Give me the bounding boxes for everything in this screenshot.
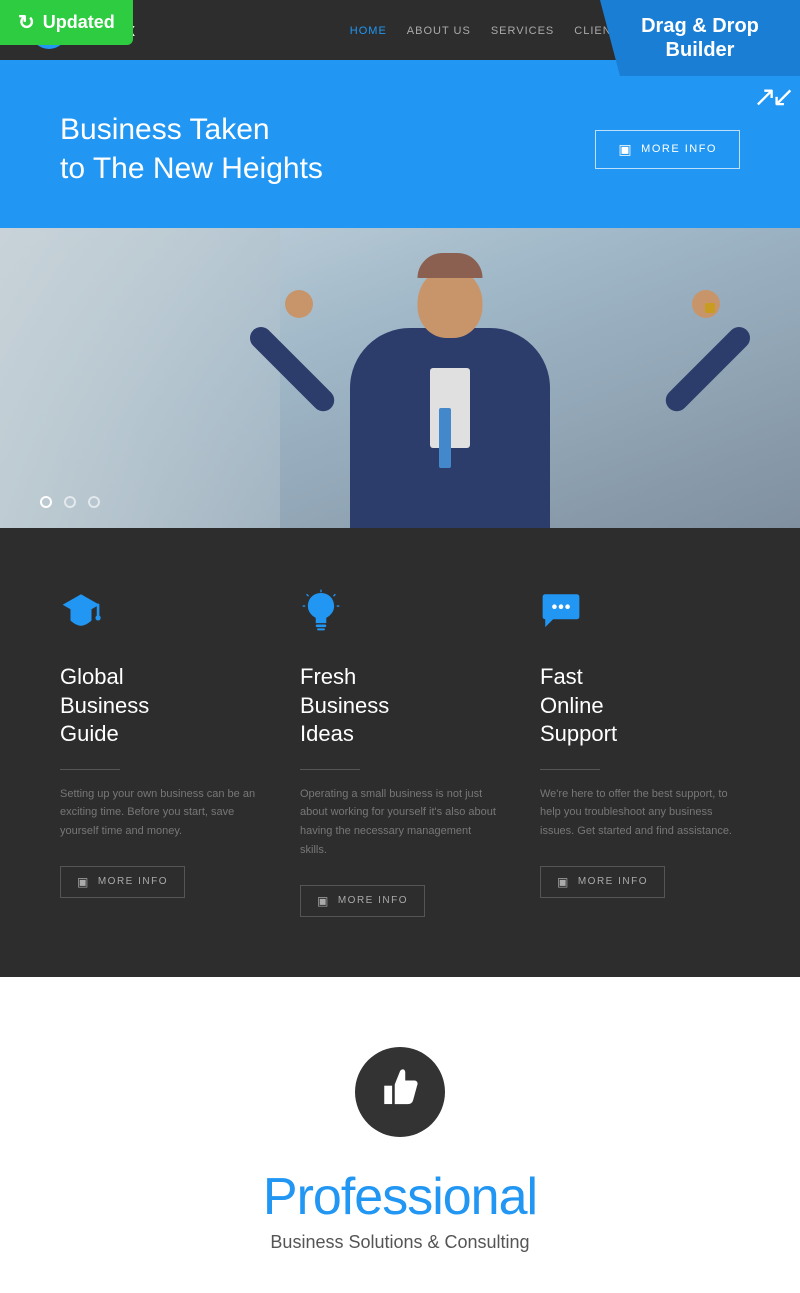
feature-2-btn-label: MORE INFO — [338, 895, 408, 906]
refresh-icon: ↻ — [18, 10, 35, 35]
features-section: GlobalBusinessGuide Setting up your own … — [0, 528, 800, 977]
dnd-line1: Drag & Drop — [641, 15, 759, 37]
dnd-line2: Builder — [666, 39, 735, 61]
feature-2-divider — [300, 769, 360, 770]
lightbulb-icon — [300, 588, 500, 643]
updated-badge: ↻ Updated — [0, 0, 133, 45]
white-section: Professional Business Solutions & Consul… — [0, 977, 800, 1293]
feature-2-desc: Operating a small business is not just a… — [300, 785, 500, 860]
white-section-title: Professional — [263, 1167, 537, 1227]
feature-3-btn-icon: ▣ — [557, 875, 570, 889]
dnd-badge: Drag & Drop Builder — [600, 0, 800, 76]
hero-image — [0, 228, 800, 528]
carousel-dots — [40, 496, 100, 508]
updated-label: Updated — [43, 12, 115, 33]
resize-arrows-icon: ↗↙ — [753, 80, 790, 113]
nav-item-about[interactable]: ABOUT US — [407, 25, 471, 37]
feature-3-desc: We're here to offer the best support, to… — [540, 785, 740, 841]
feature-item-1: GlobalBusinessGuide Setting up your own … — [60, 588, 260, 917]
hero-btn-icon: ▣ — [618, 141, 633, 158]
graduation-cap-icon — [60, 588, 260, 643]
hero-section: Business Taken to The New Heights ▣ MORE… — [0, 60, 800, 228]
feature-3-divider — [540, 769, 600, 770]
thumbs-up-circle — [355, 1047, 445, 1137]
hero-title: Business Taken to The New Heights — [60, 110, 323, 188]
nav-item-home[interactable]: HOME — [350, 25, 387, 37]
feature-3-more-info-button[interactable]: ▣ MORE INFO — [540, 866, 665, 898]
carousel-dot-3[interactable] — [88, 496, 100, 508]
feature-item-2: FreshBusinessIdeas Operating a small bus… — [300, 588, 500, 917]
white-section-subtitle: Business Solutions & Consulting — [270, 1232, 529, 1253]
feature-item-3: FastOnlineSupport We're here to offer th… — [540, 588, 740, 917]
chat-bubble-icon — [540, 588, 740, 643]
feature-1-title: GlobalBusinessGuide — [60, 663, 260, 749]
feature-1-divider — [60, 769, 120, 770]
nav-item-services[interactable]: SERVICES — [491, 25, 554, 37]
feature-1-btn-icon: ▣ — [77, 875, 90, 889]
feature-2-title: FreshBusinessIdeas — [300, 663, 500, 749]
hero-btn-label: MORE INFO — [641, 143, 717, 155]
feature-1-more-info-button[interactable]: ▣ MORE INFO — [60, 866, 185, 898]
thumbs-up-icon — [379, 1066, 421, 1117]
carousel-dot-1[interactable] — [40, 496, 52, 508]
feature-3-title: FastOnlineSupport — [540, 663, 740, 749]
feature-2-more-info-button[interactable]: ▣ MORE INFO — [300, 885, 425, 917]
feature-3-btn-label: MORE INFO — [578, 876, 648, 887]
hero-more-info-button[interactable]: ▣ MORE INFO — [595, 130, 740, 169]
carousel-dot-2[interactable] — [64, 496, 76, 508]
feature-2-btn-icon: ▣ — [317, 894, 330, 908]
feature-1-desc: Setting up your own business can be an e… — [60, 785, 260, 841]
feature-1-btn-label: MORE INFO — [98, 876, 168, 887]
